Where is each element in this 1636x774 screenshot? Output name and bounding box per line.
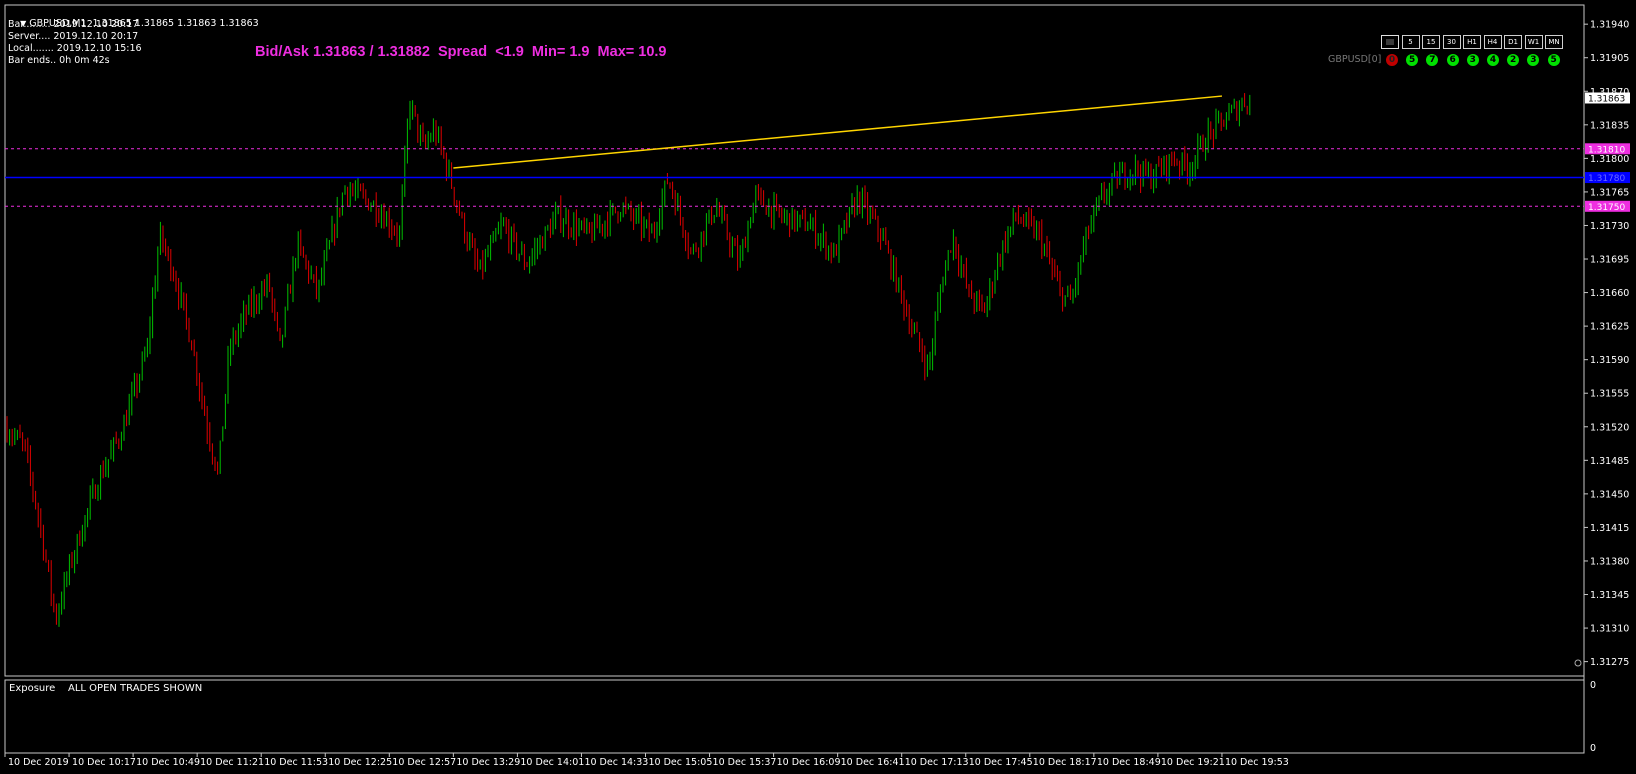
time-tick-label: 10 Dec 10:17 (72, 757, 136, 768)
timeframe-button-MN[interactable]: MN (1545, 35, 1563, 49)
time-tick-label: 10 Dec 11:53 (264, 757, 328, 768)
time-tick-label: 10 Dec 19:21 (1161, 757, 1225, 768)
price-tick-label: 1.31730 (1590, 221, 1629, 232)
subwindow-scale-bottom: 0 (1590, 743, 1596, 754)
bid-ask-spread-readout: Bid/Ask 1.31863 / 1.31882 Spread <1.9 Mi… (255, 44, 667, 60)
timeframe-button-H4[interactable]: H4 (1483, 35, 1502, 49)
time-tick-label: 10 Dec 15:37 (713, 757, 777, 768)
level-price-tag-text: 1.31780 (1588, 174, 1625, 184)
bar-time: Bar......... 2019.12.10 20:17 (8, 19, 139, 30)
signal-circle: 0 (1386, 54, 1398, 66)
time-tick-label: 10 Dec 14:33 (584, 757, 648, 768)
time-tick-label: 10 Dec 11:21 (200, 757, 264, 768)
price-chart[interactable]: 1.319401.319051.318701.318351.318001.317… (0, 0, 1636, 774)
level-price-tag-text: 1.31810 (1588, 145, 1625, 155)
time-tick-label: 10 Dec 16:09 (777, 757, 841, 768)
price-tick-label: 1.31485 (1590, 456, 1629, 467)
time-tick-label: 10 Dec 12:25 (328, 757, 392, 768)
chart-shift-icon[interactable] (1574, 659, 1582, 667)
timeframe-button-30[interactable]: 30 (1442, 35, 1461, 49)
price-tick-label: 1.31625 (1590, 322, 1629, 333)
timeframe-button-W1[interactable]: W1 (1524, 35, 1543, 49)
price-tick-label: 1.31590 (1590, 355, 1629, 366)
time-tick-label: 10 Dec 18:17 (1033, 757, 1097, 768)
exposure-indicator-label: Exposure ALL OPEN TRADES SHOWN (9, 683, 203, 694)
timeframe-button-5[interactable]: 5 (1401, 35, 1420, 49)
price-tick-label: 1.31765 (1590, 187, 1629, 198)
price-tick-label: 1.31835 (1590, 120, 1629, 131)
level-price-tag-text: 1.31750 (1588, 203, 1625, 213)
subwindow-scale-top: 0 (1590, 680, 1596, 691)
bar-ends-countdown: Bar ends.. 0h 0m 42s (8, 55, 110, 66)
price-tick-label: 1.31800 (1590, 154, 1629, 165)
price-tick-label: 1.31275 (1590, 657, 1629, 668)
time-tick-label: 10 Dec 14:01 (520, 757, 584, 768)
price-tick-label: 1.31520 (1590, 422, 1629, 433)
price-tick-label: 1.31450 (1590, 489, 1629, 500)
server-time: Server.... 2019.12.10 20:17 (8, 31, 139, 42)
subwindow-frame (4, 679, 1585, 754)
current-price-tag-text: 1.31863 (1588, 94, 1625, 104)
price-tick-label: 1.31345 (1590, 590, 1629, 601)
signal-panel-label: GBPUSD[0] (1328, 54, 1382, 65)
time-tick-label: 10 Dec 13:29 (456, 757, 520, 768)
time-tick-label: 10 Dec 17:45 (969, 757, 1033, 768)
price-tick-label: 1.31660 (1590, 288, 1629, 299)
time-tick-label: 10 Dec 18:49 (1097, 757, 1161, 768)
time-tick-label: 10 Dec 19:53 (1225, 757, 1289, 768)
timeframe-button-m1[interactable] (1381, 35, 1399, 49)
time-tick-label: 10 Dec 16:41 (841, 757, 905, 768)
timeframe-button-H1[interactable]: H1 (1463, 35, 1481, 49)
main-chart-frame (4, 4, 1585, 677)
price-tick-label: 1.31940 (1590, 20, 1629, 31)
signal-circle: 4 (1487, 54, 1499, 66)
price-tick-label: 1.31415 (1590, 523, 1629, 534)
signal-circle: 3 (1466, 54, 1479, 66)
price-tick-label: 1.31310 (1590, 624, 1629, 635)
chart-window[interactable]: 1.31940 1.31905 1.31870 1.31835 1.31800 1.317… (0, 0, 1636, 774)
signal-circle: 5 (1547, 54, 1560, 66)
signal-circle: 6 (1446, 54, 1459, 66)
price-tick-label: 1.31905 (1590, 53, 1629, 64)
time-tick-label: 10 Dec 17:13 (905, 757, 969, 768)
price-tick-label: 1.31695 (1590, 255, 1629, 266)
time-tick-label: 10 Dec 12:57 (392, 757, 456, 768)
timeframe-button-15[interactable]: 15 (1422, 35, 1440, 49)
price-tick-label: 1.31555 (1590, 389, 1629, 400)
time-tick-label: 10 Dec 10:49 (136, 757, 200, 768)
price-tick-label: 1.31380 (1590, 556, 1629, 567)
time-tick-label: 10 Dec 15:05 (649, 757, 713, 768)
timeframe-button-D1[interactable]: D1 (1504, 35, 1522, 49)
time-tick-label: 10 Dec 2019 (8, 757, 69, 768)
trendline[interactable] (453, 95, 1223, 169)
local-time: Local....... 2019.12.10 15:16 (8, 43, 142, 54)
